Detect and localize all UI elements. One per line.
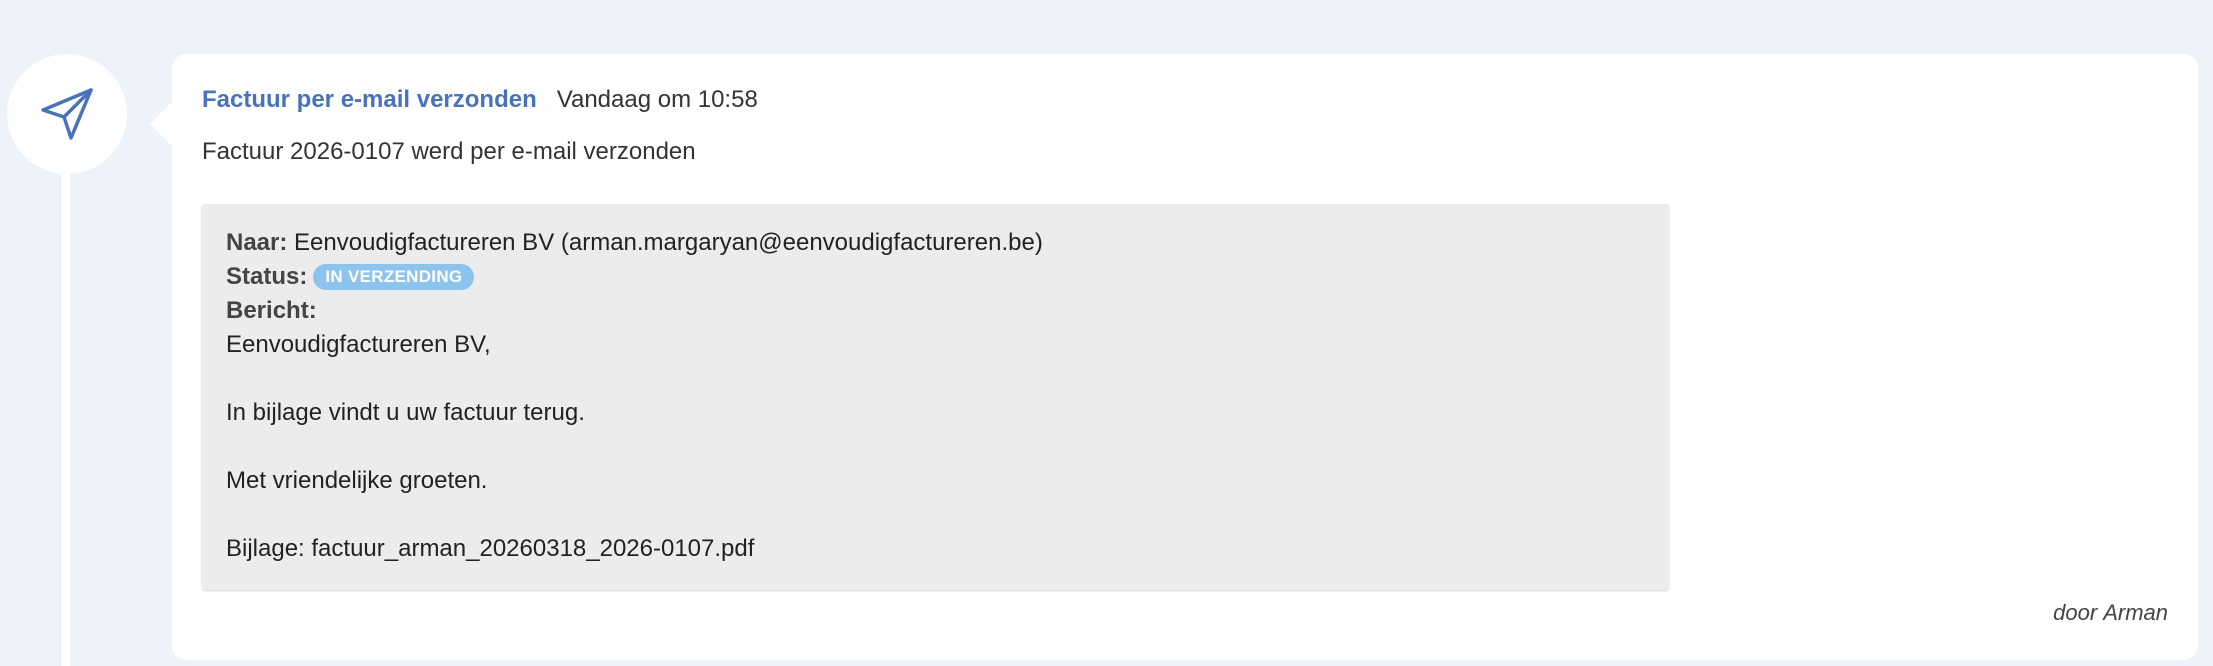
message-line: Eenvoudigfactureren BV, (226, 331, 491, 358)
timeline-event-card: Factuur per e-mail verzonden Vandaag om … (150, 54, 2198, 660)
timeline-line (61, 110, 70, 666)
event-header: Factuur per e-mail verzonden Vandaag om … (202, 86, 758, 126)
recipient-value: Eenvoudigfactureren BV (arman.margaryan@… (294, 229, 1043, 256)
recipient-label: Naar: (226, 229, 288, 256)
event-description: Factuur 2026-0107 werd per e-mail verzon… (202, 138, 696, 165)
message-line (226, 362, 1645, 396)
message-line (226, 430, 1645, 464)
message-label-row: Bericht: (226, 294, 1645, 328)
author-attribution: door Arman (2053, 600, 2168, 626)
message-line (226, 498, 1645, 532)
email-details: Naar: Eenvoudigfactureren BV (arman.marg… (202, 204, 1669, 590)
author-prefix: door (2053, 600, 2098, 625)
timeline-badge (7, 54, 127, 174)
recipient-row: Naar: Eenvoudigfactureren BV (arman.marg… (226, 226, 1645, 260)
event-timestamp: Vandaag om 10:58 (556, 86, 758, 113)
message-line: Met vriendelijke groeten. (226, 467, 488, 494)
status-row: Status: IN VERZENDING (226, 260, 1645, 294)
event-title[interactable]: Factuur per e-mail verzonden (202, 86, 537, 114)
status-badge: IN VERZENDING (313, 264, 475, 290)
message-line: In bijlage vindt u uw factuur terug. (226, 399, 585, 426)
paper-plane-icon (41, 88, 93, 140)
message-label: Bericht: (226, 297, 317, 324)
attachment-line: Bijlage: factuur_arman_20260318_2026-010… (226, 535, 755, 562)
card-pointer (150, 102, 172, 146)
status-label: Status: (226, 263, 308, 290)
author-name: Arman (2103, 600, 2168, 625)
